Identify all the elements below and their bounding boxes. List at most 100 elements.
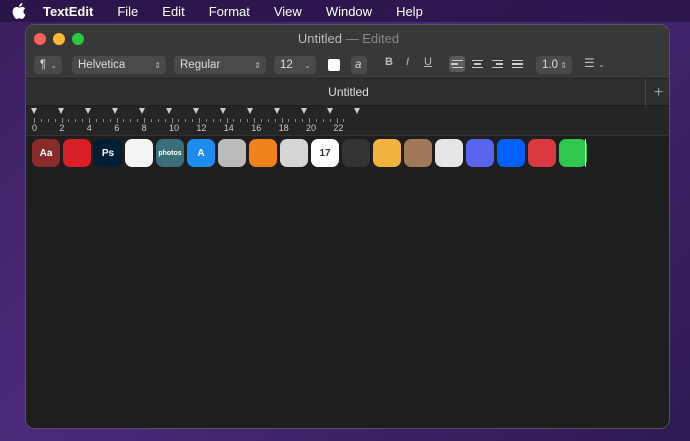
tab-stop-marker[interactable] <box>192 108 199 114</box>
ruler-tick <box>82 119 84 122</box>
google-photos-label: photos <box>158 149 182 157</box>
ruler-tick <box>329 119 331 122</box>
highlight-label: a <box>355 59 362 71</box>
ruler-number: 14 <box>223 123 234 133</box>
ruler-tick <box>247 119 249 122</box>
tab-untitled[interactable]: Untitled <box>26 85 669 99</box>
tab-stop-marker[interactable] <box>246 108 253 114</box>
font-style-value: Regular <box>180 59 221 71</box>
tab-stop-marker[interactable] <box>273 108 280 114</box>
font-family-select[interactable]: Helvetica ⇕ <box>72 56 166 74</box>
ruler-number: 4 <box>86 123 92 133</box>
tab-stop-marker[interactable] <box>219 108 226 114</box>
contacts-icon <box>404 139 432 167</box>
ruler-tick <box>75 119 77 122</box>
google-photos-icon: photos <box>156 139 184 167</box>
ruler-tick <box>109 119 111 122</box>
menu-format[interactable]: Format <box>209 4 250 19</box>
paragraph-icon: ¶ <box>40 59 47 71</box>
font-style-select[interactable]: Regular ⇕ <box>174 56 266 74</box>
chess-icon <box>342 139 370 167</box>
facetime-icon <box>559 139 587 167</box>
ruler-tick <box>137 119 139 122</box>
tab-stop-marker[interactable] <box>57 108 64 114</box>
ruler-number: 2 <box>59 123 65 133</box>
ruler-tick <box>178 119 180 122</box>
ruler-tick <box>219 119 221 122</box>
align-center-button[interactable] <box>469 56 485 72</box>
dictionary-label: Aa <box>39 147 53 159</box>
font-size-combo[interactable]: 12 ⌄ <box>274 56 316 74</box>
apple-menu-icon[interactable] <box>11 3 27 19</box>
list-icon: ☰ <box>584 56 595 70</box>
ruler-number: 10 <box>169 123 180 133</box>
tab-stop-marker[interactable] <box>31 108 37 114</box>
ruler-tick <box>288 119 290 122</box>
dictionary-icon: Aa <box>32 139 60 167</box>
ruler-tick <box>315 119 317 122</box>
tab-stop-marker[interactable] <box>84 108 91 114</box>
photoshop-label: Ps <box>101 147 115 159</box>
ruler-tick <box>322 119 324 122</box>
ruler-tick <box>130 119 132 122</box>
ruler-tick <box>192 119 194 122</box>
highlight-color-button[interactable]: a <box>351 56 367 74</box>
ruler-tick <box>123 119 125 122</box>
title-separator: — <box>345 31 359 46</box>
creative-cloud-icon <box>63 139 91 167</box>
align-left-button[interactable] <box>449 56 465 72</box>
justify-button[interactable] <box>509 56 525 72</box>
tab-stop-marker[interactable] <box>165 108 172 114</box>
menu-file[interactable]: File <box>117 4 138 19</box>
new-tab-button[interactable]: + <box>645 79 669 106</box>
line-spacing-select[interactable]: 1.0 ⇕ <box>536 56 572 74</box>
italic-button[interactable]: I <box>406 56 409 68</box>
ruler-tick <box>150 119 152 122</box>
menu-help[interactable]: Help <box>396 4 423 19</box>
chevron-updown-icon: ⇕ <box>254 60 261 70</box>
tab-stop-marker[interactable] <box>327 108 334 114</box>
window-title-text: Untitled <box>297 31 342 46</box>
underline-button[interactable]: U <box>424 56 432 68</box>
photoshop-icon: Ps <box>94 139 122 167</box>
ruler[interactable]: 0 2 4 6 8 10 12 14 16 18 20 22 <box>26 106 669 136</box>
menu-edit[interactable]: Edit <box>162 4 184 19</box>
ruler-tick <box>240 119 242 122</box>
ruler-number: 0 <box>32 123 38 133</box>
ruler-tick <box>302 119 304 122</box>
chevron-updown-icon: ⇕ <box>154 60 161 70</box>
ruler-number: 12 <box>196 123 207 133</box>
ruler-tick <box>212 119 214 122</box>
ruler-number: 6 <box>114 123 120 133</box>
menu-app-name[interactable]: TextEdit <box>43 4 93 19</box>
camera-icon <box>435 139 463 167</box>
document-area[interactable]: Aa Ps photos A 17 <box>26 137 669 428</box>
paragraph-style-select[interactable]: ¶ ⌄ <box>34 56 62 74</box>
system-utility-icon <box>218 139 246 167</box>
tab-stop-marker[interactable] <box>354 108 361 114</box>
ruler-number: 20 <box>306 123 317 133</box>
menu-bar: TextEdit File Edit Format View Window He… <box>0 0 690 22</box>
ruler-tick <box>185 119 187 122</box>
tab-stop-marker[interactable] <box>138 108 145 114</box>
calendar-icon: 17 <box>311 139 339 167</box>
ruler-number: 16 <box>251 123 262 133</box>
calculator-icon <box>280 139 308 167</box>
ruler-number: 22 <box>333 123 344 133</box>
chevron-down-icon: ⌄ <box>50 60 57 70</box>
ruler-tick <box>54 119 56 122</box>
ruler-tick <box>274 119 276 122</box>
align-right-button[interactable] <box>489 56 505 72</box>
tab-stop-marker[interactable] <box>111 108 118 114</box>
edited-indicator: Edited <box>362 31 400 46</box>
menu-view[interactable]: View <box>274 4 302 19</box>
textedit-window: Untitled — Edited ¶ ⌄ Helvetica ⇕ Regula… <box>25 24 670 429</box>
app-store-icon: A <box>187 139 215 167</box>
discord-icon <box>466 139 494 167</box>
ruler-number: 8 <box>141 123 147 133</box>
text-color-swatch[interactable] <box>328 59 340 71</box>
tab-stop-marker[interactable] <box>300 108 307 114</box>
bold-button[interactable]: B <box>385 56 393 68</box>
list-bullets-button[interactable]: ☰ ⌄ <box>584 56 605 70</box>
menu-window[interactable]: Window <box>326 4 372 19</box>
